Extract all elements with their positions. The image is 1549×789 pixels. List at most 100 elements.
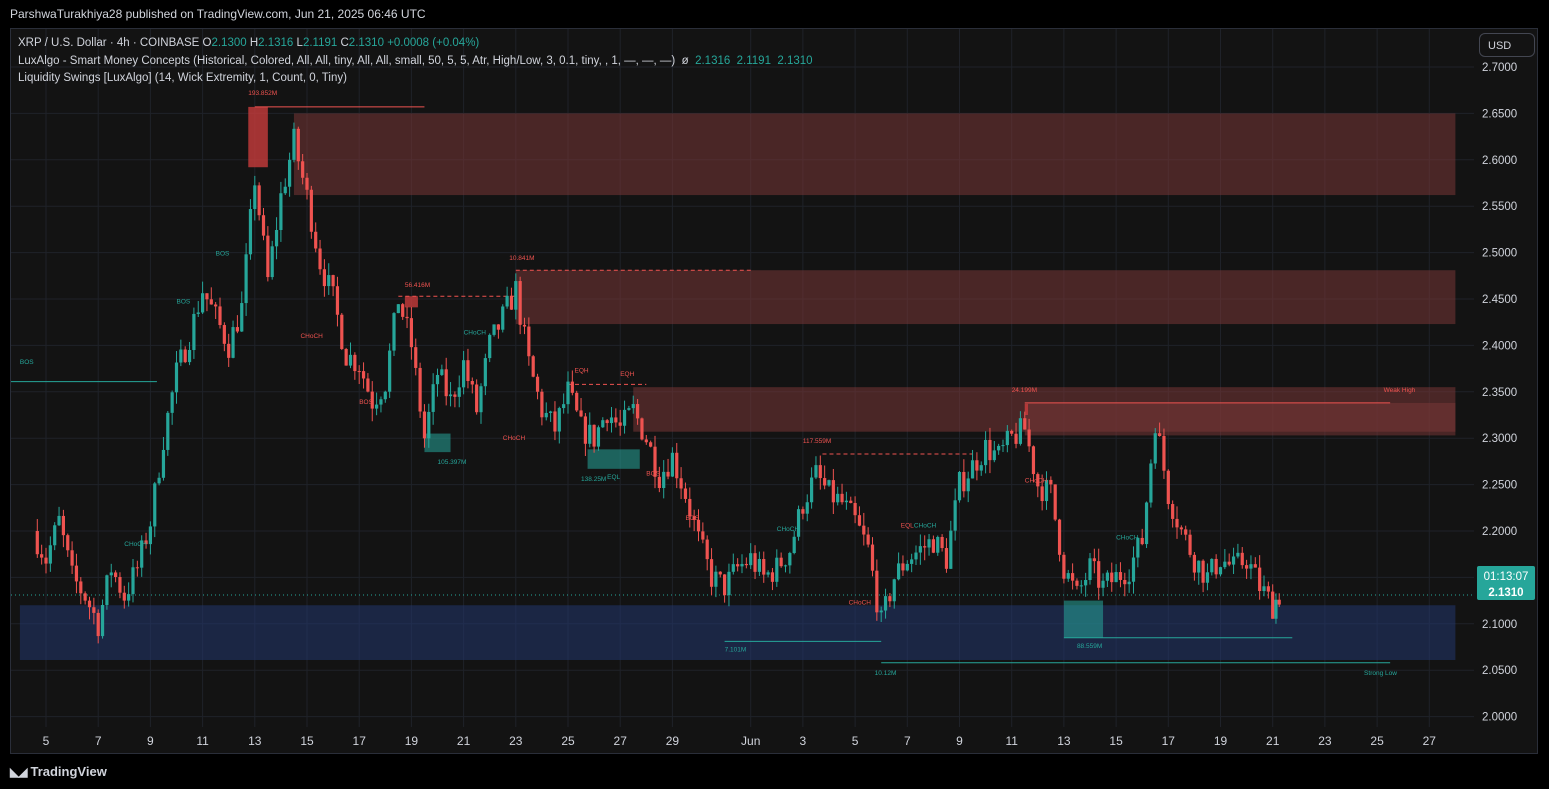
last-price-label: 2.1310 bbox=[1488, 587, 1523, 599]
annotation-label: CHoCH bbox=[1116, 534, 1139, 541]
annotation-label: 88.559M bbox=[1077, 643, 1102, 650]
candle-body bbox=[775, 557, 779, 582]
candle-body bbox=[301, 161, 305, 178]
time-tick-label: 5 bbox=[852, 734, 859, 748]
candle-body bbox=[148, 526, 152, 545]
candle-body bbox=[583, 416, 587, 444]
candle-body bbox=[192, 313, 196, 350]
tradingview-logo[interactable]: ◣◢ TradingView bbox=[10, 764, 107, 779]
candle-body bbox=[618, 422, 622, 426]
candle-body bbox=[1144, 502, 1149, 545]
candle-body bbox=[770, 572, 775, 582]
low-value: 2.1191 bbox=[302, 37, 338, 49]
symbol-label[interactable]: XRP / U.S. Dollar · 4h · COINBASE bbox=[18, 37, 199, 49]
candle-body bbox=[1184, 529, 1188, 535]
candle-body bbox=[509, 295, 514, 310]
candle-body bbox=[87, 600, 92, 608]
price-tick-label: 2.2500 bbox=[1482, 480, 1517, 492]
candle-body bbox=[505, 295, 509, 307]
candle-body bbox=[601, 420, 605, 428]
candle-body bbox=[914, 552, 918, 560]
last-price-marker: 01:13:07 2.1310 bbox=[1477, 566, 1535, 601]
candle-body bbox=[483, 358, 487, 387]
candle-body bbox=[923, 546, 927, 548]
candle-body bbox=[296, 128, 300, 162]
candle-body bbox=[222, 325, 226, 344]
candle-body bbox=[827, 480, 831, 486]
candle-body bbox=[1084, 579, 1088, 586]
candle-body bbox=[166, 412, 170, 450]
tradingview-brand-label: TradingView bbox=[30, 764, 107, 779]
candle-body bbox=[792, 536, 796, 554]
candle-body bbox=[396, 304, 400, 314]
candle-body bbox=[174, 362, 179, 393]
candle-body bbox=[709, 559, 714, 587]
annotation-label: 117.559M bbox=[803, 438, 831, 445]
legend-row-indicator-smc[interactable]: LuxAlgo - Smart Money Concepts (Historic… bbox=[18, 53, 813, 71]
candle-body bbox=[270, 246, 274, 278]
candle-body bbox=[1040, 486, 1044, 502]
candle-body bbox=[1114, 572, 1118, 583]
annotation-label: BOS bbox=[359, 399, 373, 406]
candle-body bbox=[53, 525, 57, 546]
currency-button[interactable]: USD bbox=[1479, 33, 1535, 57]
candle-body bbox=[61, 515, 65, 536]
annotation-label: BOS bbox=[685, 515, 699, 522]
candle-body bbox=[1205, 572, 1210, 583]
candle-body bbox=[201, 293, 205, 313]
annotation-label: Strong Low bbox=[1364, 670, 1397, 677]
candle-body bbox=[488, 334, 492, 359]
candle-body bbox=[762, 559, 766, 575]
time-tick-label: 23 bbox=[509, 734, 523, 748]
candle-body bbox=[248, 209, 253, 255]
candle-body bbox=[1075, 580, 1079, 586]
time-tick-label: 9 bbox=[956, 734, 963, 748]
indicator-liquidity-label: Liquidity Swings [LuxAlgo] (14, Wick Ext… bbox=[18, 72, 347, 84]
candle-body bbox=[1088, 558, 1092, 580]
candle-body bbox=[288, 159, 292, 187]
candle-body bbox=[470, 381, 474, 385]
time-tick-label: 13 bbox=[248, 734, 262, 748]
candle-body bbox=[988, 439, 992, 461]
candle-body bbox=[766, 572, 770, 575]
candle-body bbox=[214, 304, 218, 307]
candle-body bbox=[514, 281, 518, 310]
candle-body bbox=[531, 356, 535, 377]
candle-body bbox=[640, 418, 644, 440]
time-tick-label: 25 bbox=[561, 734, 575, 748]
candle-body bbox=[1262, 586, 1266, 592]
candle-body bbox=[609, 417, 614, 424]
indicator-smc-symbol: ø bbox=[681, 54, 689, 67]
candle-body bbox=[409, 318, 413, 348]
candle-body bbox=[535, 376, 540, 392]
candle-body bbox=[823, 478, 827, 486]
price-tick-label: 2.2000 bbox=[1482, 526, 1517, 538]
price-tick-label: 2.4500 bbox=[1482, 294, 1517, 306]
time-tick-label: 27 bbox=[1423, 734, 1437, 748]
candle-body bbox=[592, 424, 596, 447]
time-tick-label: 19 bbox=[405, 734, 419, 748]
legend-row-indicator-liquidity[interactable]: Liquidity Swings [LuxAlgo] (14, Wick Ext… bbox=[18, 70, 813, 88]
candle-body bbox=[253, 185, 257, 210]
candle-body bbox=[683, 488, 688, 499]
candle-body bbox=[1097, 561, 1101, 588]
time-tick-label: 11 bbox=[196, 734, 209, 748]
candle-body bbox=[883, 596, 888, 611]
candle-body bbox=[157, 477, 161, 484]
close-label: C bbox=[340, 37, 349, 49]
candle-body bbox=[309, 189, 313, 232]
candle-body bbox=[1101, 580, 1105, 588]
chart-pane[interactable]: 193.852M 56.416M 10.841M 117.559M 24.199M Wea… bbox=[10, 28, 1538, 754]
candle-body bbox=[1131, 557, 1136, 582]
candle-body bbox=[179, 349, 183, 363]
candle-body bbox=[788, 553, 792, 566]
candlestick-chart[interactable]: 193.852M 56.416M 10.841M 117.559M 24.199M Wea… bbox=[11, 29, 1538, 754]
candle-body bbox=[100, 604, 105, 637]
candle-body bbox=[1005, 430, 1009, 446]
candle-body bbox=[1175, 518, 1179, 528]
time-tick-label: 15 bbox=[300, 734, 314, 748]
candle-body bbox=[131, 567, 135, 595]
candle-body bbox=[557, 408, 561, 432]
legend-row-symbol: XRP / U.S. Dollar · 4h · COINBASE O2.130… bbox=[18, 35, 813, 53]
price-tick-label: 2.5000 bbox=[1482, 248, 1517, 260]
